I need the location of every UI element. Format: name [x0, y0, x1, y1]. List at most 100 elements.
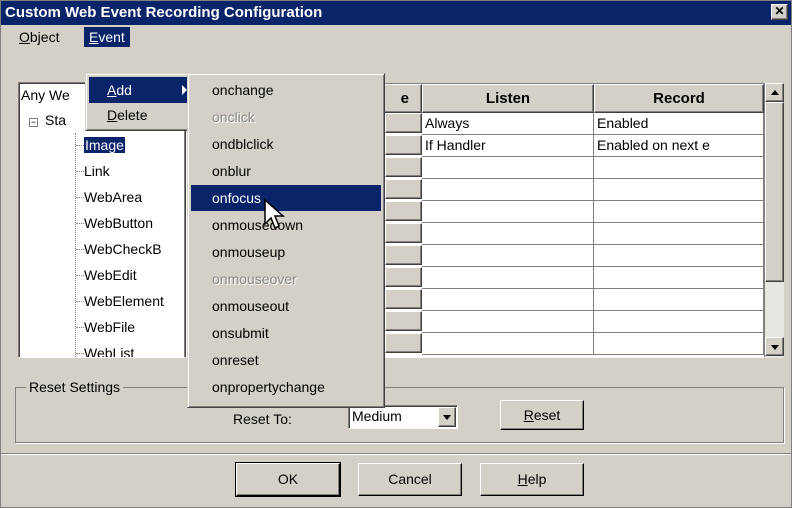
cell-record[interactable]: Enabled on next e	[594, 135, 764, 157]
menu-item-delete[interactable]: Delete	[89, 103, 191, 127]
cell-listen[interactable]	[422, 289, 594, 311]
reset-button[interactable]: Reset	[500, 400, 584, 430]
scroll-thumb[interactable]	[765, 102, 784, 282]
tree-item-label: WebFile	[84, 319, 136, 335]
menu-item-add-accel: A	[107, 82, 117, 98]
cell-listen[interactable]	[422, 311, 594, 333]
submenu-item-ondblclick[interactable]: ondblclick	[191, 131, 381, 157]
cell-record[interactable]: Enabled	[594, 113, 764, 135]
reset-button-label: eset	[533, 407, 561, 423]
close-icon: ✕	[774, 4, 785, 18]
tree-item-image[interactable]: Image	[84, 135, 125, 155]
menu-object-label: bject	[29, 29, 60, 45]
row-selector[interactable]	[385, 267, 422, 287]
row-selector[interactable]	[385, 223, 422, 243]
reset-to-label: Reset To:	[233, 411, 292, 427]
menu-item-delete-label: elete	[117, 107, 148, 123]
row-selector[interactable]	[385, 157, 422, 177]
tree-node-standard[interactable]: Sta	[45, 110, 66, 130]
cell-record[interactable]	[594, 267, 764, 289]
tree-item-webedit[interactable]: WebEdit	[84, 265, 137, 285]
cell-record[interactable]	[594, 201, 764, 223]
menu-item-add[interactable]: Add	[89, 77, 191, 103]
tree-connector-tick	[76, 327, 84, 328]
cell-record[interactable]	[594, 157, 764, 179]
tree-item-webbutton[interactable]: WebButton	[84, 213, 153, 233]
cell-listen[interactable]	[422, 201, 594, 223]
mouse-cursor-icon	[264, 198, 285, 230]
menu-object[interactable]: Object	[14, 27, 64, 47]
submenu-item-onmouseup[interactable]: onmouseup	[191, 239, 381, 265]
reset-level-value: Medium	[352, 408, 402, 424]
cell-listen[interactable]	[422, 245, 594, 267]
cell-listen[interactable]	[422, 179, 594, 201]
cell-record[interactable]	[594, 245, 764, 267]
cell-listen[interactable]	[422, 157, 594, 179]
tree-item-webfile[interactable]: WebFile	[84, 317, 135, 337]
row-selector[interactable]	[385, 245, 422, 265]
reset-button-accel: R	[523, 407, 534, 423]
row-selector[interactable]	[385, 289, 422, 309]
submenu-item-onsubmit[interactable]: onsubmit	[191, 320, 381, 346]
title-bar[interactable]: Custom Web Event Recording Configuration…	[1, 1, 791, 25]
menu-event-accel: E	[89, 29, 99, 45]
window-title: Custom Web Event Recording Configuration	[5, 4, 323, 21]
tree-connector-tick	[76, 353, 84, 354]
cell-record[interactable]	[594, 223, 764, 245]
tree-item-link[interactable]: Link	[84, 161, 110, 181]
submenu-item-onclick: onclick	[212, 109, 255, 125]
tree-item-label: WebEdit	[84, 267, 137, 283]
submenu-item-onblur[interactable]: onblur	[191, 158, 381, 184]
cell-record[interactable]	[594, 289, 764, 311]
menu-event[interactable]: Event	[84, 27, 130, 47]
tree-connector-tick	[76, 223, 84, 224]
row-selector[interactable]	[385, 113, 422, 133]
tree-item-webelement[interactable]: WebElement	[84, 291, 164, 311]
cell-listen[interactable]	[422, 333, 594, 355]
column-header-record[interactable]: Record	[594, 84, 764, 113]
close-button[interactable]: ✕	[771, 4, 788, 20]
cell-listen[interactable]	[422, 223, 594, 245]
dialog-window: Custom Web Event Recording Configuration…	[0, 0, 792, 508]
cell-record[interactable]	[594, 179, 764, 201]
submenu-item-onmouseout[interactable]: onmouseout	[191, 293, 381, 319]
tree-root[interactable]: Any We	[21, 85, 70, 105]
arrow-down-icon	[771, 345, 779, 350]
cell-listen[interactable]: Always	[422, 113, 594, 135]
tree-item-label: WebElement	[84, 293, 164, 309]
menu-bar: Object Event	[1, 25, 791, 49]
tree-item-weblist[interactable]: WebList	[84, 343, 135, 358]
tree-item-label: WebList	[84, 345, 135, 358]
tree-item-webarea[interactable]: WebArea	[84, 187, 142, 207]
tree-item-webcheckb[interactable]: WebCheckB	[84, 239, 162, 259]
submenu-item-onchange[interactable]: onchange	[191, 77, 381, 103]
help-button[interactable]: Help	[480, 463, 584, 496]
submenu-item-onpropertychange[interactable]: onpropertychange	[191, 374, 381, 400]
scroll-up-button[interactable]	[765, 83, 784, 102]
menu-event-label: vent	[98, 29, 125, 45]
row-selector[interactable]	[385, 179, 422, 199]
column-header-listen[interactable]: Listen	[422, 84, 594, 113]
row-selector[interactable]	[385, 311, 422, 331]
tree-item-label: WebCheckB	[84, 241, 162, 257]
row-selector[interactable]	[385, 135, 422, 155]
tree-item-label: WebButton	[84, 215, 154, 231]
cell-listen[interactable]	[422, 267, 594, 289]
add-event-submenu: onchange onclick ondblclick onblur onfocus on…	[187, 73, 385, 408]
cancel-button[interactable]: Cancel	[358, 463, 462, 496]
row-selector[interactable]	[385, 201, 422, 221]
cell-listen[interactable]: If Handler	[422, 135, 594, 157]
collapse-icon[interactable]: −	[29, 118, 38, 127]
reset-level-select[interactable]: Medium	[348, 405, 458, 429]
cell-record[interactable]	[594, 333, 764, 355]
tree-connector-tick	[76, 275, 84, 276]
cell-record[interactable]	[594, 311, 764, 333]
arrow-up-icon	[771, 90, 779, 95]
grid-scrollbar[interactable]	[765, 83, 784, 358]
submenu-item-onreset[interactable]: onreset	[191, 347, 381, 373]
dropdown-button[interactable]	[438, 407, 456, 427]
event-menu: Add Delete	[85, 73, 195, 131]
scroll-down-button[interactable]	[765, 337, 784, 356]
ok-button[interactable]: OK	[235, 462, 341, 497]
row-selector[interactable]	[385, 333, 422, 353]
